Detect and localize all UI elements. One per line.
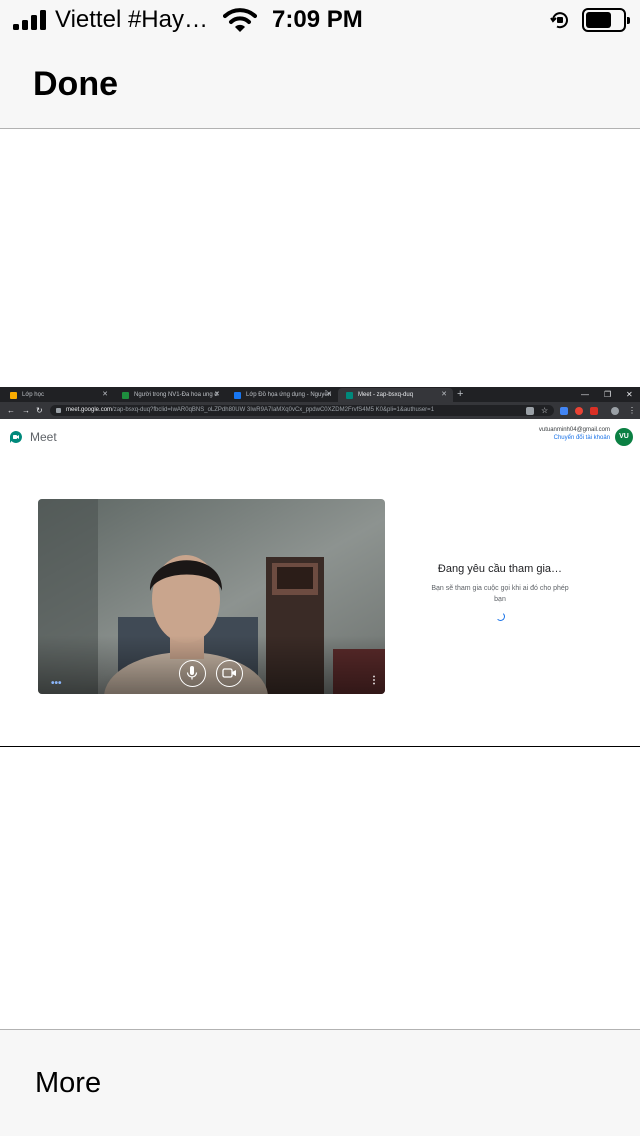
new-tab-icon[interactable]: +: [457, 387, 463, 402]
classroom-favicon-icon: [10, 392, 17, 399]
browser-tab-bar: Lớp học ✕ Người trong NV1-Đa hoa ung d ✕…: [0, 387, 640, 402]
window-close-icon[interactable]: ✕: [626, 387, 633, 402]
browser-tab-active[interactable]: Meet - zap-bsxq-duq ✕: [338, 388, 453, 402]
done-button[interactable]: Done: [33, 65, 118, 104]
lock-icon: [56, 408, 61, 413]
clock: 7:09 PM: [272, 6, 363, 33]
browser-tab-title: Lớp Đồ họa ứng dụng - Nguyễn: [246, 392, 332, 398]
bottom-toolbar: More: [0, 1029, 640, 1136]
wifi-icon: [223, 8, 257, 32]
microphone-icon: [186, 666, 198, 680]
facebook-favicon-icon: [234, 392, 241, 399]
meet-favicon-icon: [346, 392, 353, 399]
battery-icon: [582, 8, 630, 32]
record-extension-icon[interactable]: [575, 407, 583, 415]
translate-extension-icon[interactable]: [560, 407, 568, 415]
screenshot-image: Lớp học ✕ Người trong NV1-Đa hoa ung d ✕…: [0, 387, 640, 747]
browser-tab[interactable]: Lớp Đồ họa ứng dụng - Nguyễn ✕: [226, 388, 338, 402]
top-navigation-bar: Done: [0, 40, 640, 129]
url-host: meet.google.com: [66, 407, 113, 413]
switch-account-link[interactable]: Chuyển đổi tài khoản: [500, 435, 610, 441]
video-camera-icon: [222, 668, 236, 678]
close-tab-icon[interactable]: ✕: [441, 388, 447, 402]
reload-icon[interactable]: ↻: [36, 404, 43, 417]
browser-tab-title: Meet - zap-bsxq-duq: [358, 392, 414, 398]
profile-icon[interactable]: [611, 407, 619, 415]
browser-address-bar: ← → ↻ meet.google.com/zap-bsxq-duq?fbcli…: [0, 402, 640, 419]
signal-strength-icon: [13, 10, 47, 30]
more-options-icon[interactable]: ⋮: [369, 675, 379, 686]
join-status-title: Đang yêu cầu tham gia…: [437, 563, 563, 575]
camera-preview: [38, 499, 385, 694]
browser-tab[interactable]: Lớp học ✕: [2, 388, 114, 402]
loading-spinner-icon: [496, 612, 505, 621]
meet-logo-icon: [10, 431, 22, 443]
carrier-name: Viettel #Hay…: [55, 6, 208, 33]
rotation-lock-icon: [550, 12, 568, 29]
close-tab-icon[interactable]: ✕: [214, 388, 220, 402]
adblock-extension-icon[interactable]: [590, 407, 598, 415]
camera-toggle[interactable]: [216, 660, 243, 687]
close-tab-icon[interactable]: ✕: [102, 388, 108, 402]
browser-tab[interactable]: Người trong NV1-Đa hoa ung d ✕: [114, 388, 226, 402]
camera-icon[interactable]: [526, 407, 534, 415]
maximize-icon[interactable]: ❐: [604, 387, 611, 402]
join-status-subtitle: Bạn sẽ tham gia cuộc gọi khi ai đó cho p…: [431, 585, 569, 603]
minimize-icon[interactable]: —: [581, 387, 589, 402]
microphone-toggle[interactable]: [179, 660, 206, 687]
preview-options-icon[interactable]: •••: [51, 678, 62, 689]
account-email: vutuanminh04@gmail.com: [538, 427, 610, 433]
back-icon[interactable]: ←: [7, 404, 15, 417]
status-bar: Viettel #Hay… 7:09 PM: [0, 0, 640, 40]
avatar[interactable]: VU: [615, 428, 633, 446]
close-tab-icon[interactable]: ✕: [326, 388, 332, 402]
drive-favicon-icon: [122, 392, 129, 399]
browser-menu-icon[interactable]: ⋮: [628, 404, 636, 417]
more-button[interactable]: More: [35, 1067, 101, 1100]
url-field[interactable]: meet.google.com/zap-bsxq-duq?fbclid=IwAR…: [50, 405, 554, 416]
forward-icon[interactable]: →: [22, 404, 30, 417]
image-viewer: Lớp học ✕ Người trong NV1-Đa hoa ung d ✕…: [0, 129, 640, 1029]
browser-tab-title: Người trong NV1-Đa hoa ung d: [134, 392, 218, 398]
browser-tab-title: Lớp học: [22, 392, 44, 398]
meet-app-name: Meet: [30, 430, 57, 444]
url-path: /zap-bsxq-duq?fbclid=IwAR0qBNS_oLZPdh80U…: [112, 407, 435, 413]
bookmark-star-icon[interactable]: ☆: [541, 404, 548, 417]
